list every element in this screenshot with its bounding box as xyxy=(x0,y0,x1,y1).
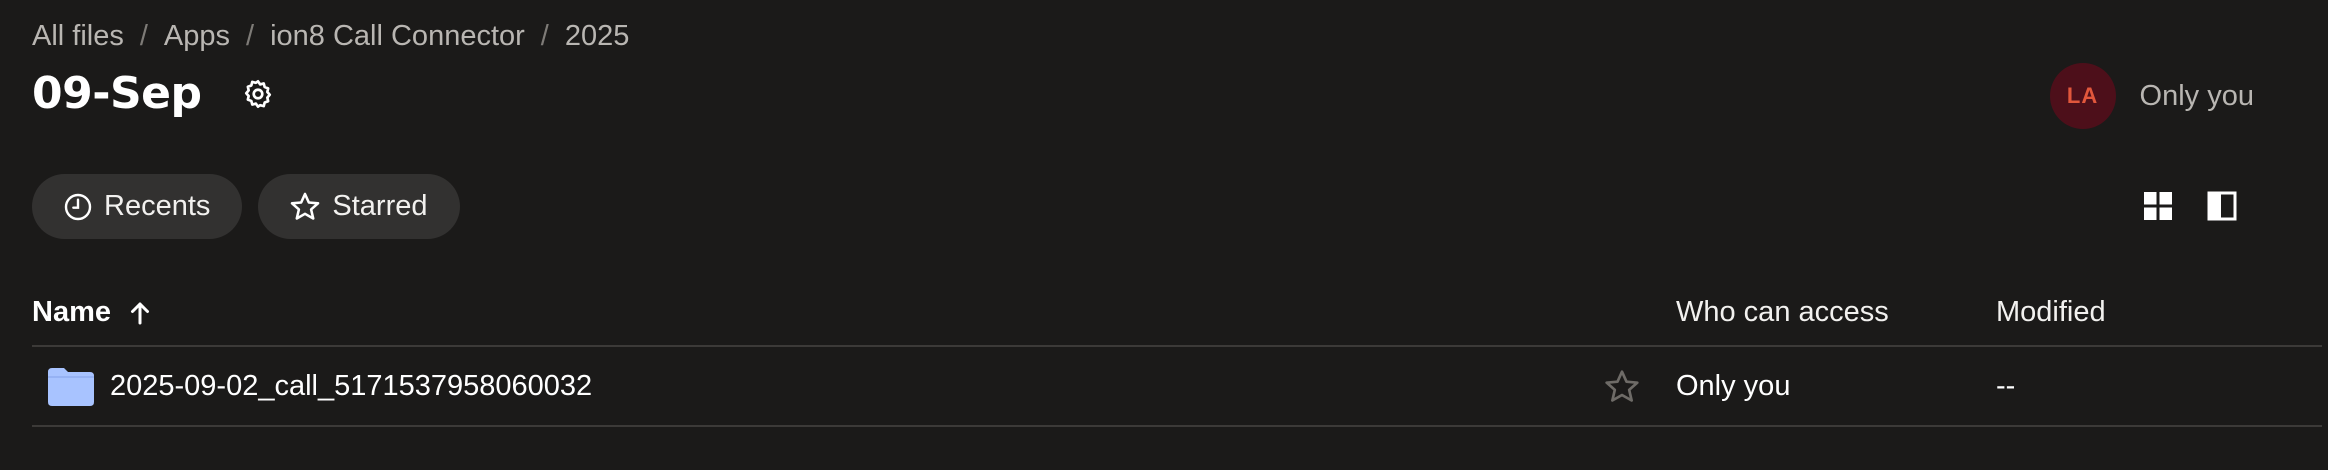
breadcrumb: All files / Apps / ion8 Call Connector /… xyxy=(32,20,629,53)
table-header: Name Who can access Modified xyxy=(32,280,2322,347)
column-header-name-label: Name xyxy=(32,296,111,328)
info-panel-toggle-icon[interactable] xyxy=(2204,188,2240,224)
recents-label: Recents xyxy=(104,190,211,222)
access-value: Only you xyxy=(1676,369,1791,402)
column-header-name[interactable]: Name xyxy=(32,296,151,329)
starred-label: Starred xyxy=(332,190,428,222)
breadcrumb-all-files[interactable]: All files xyxy=(32,20,124,53)
page: All files / Apps / ion8 Call Connector /… xyxy=(0,0,2328,470)
sort-ascending-arrow-icon[interactable] xyxy=(129,300,151,326)
sharing-info[interactable]: LA Only you xyxy=(2049,63,2254,129)
star-icon[interactable] xyxy=(1602,367,1642,407)
folder-icon xyxy=(48,368,94,406)
column-header-access[interactable]: Who can access xyxy=(1676,296,1889,329)
file-table: Name Who can access Modified 2025-09-02_… xyxy=(32,280,2322,427)
star-icon xyxy=(291,192,320,220)
breadcrumb-2025[interactable]: 2025 xyxy=(565,20,630,53)
title-row: 09-Sep xyxy=(32,68,276,119)
view-controls xyxy=(2112,188,2240,224)
clock-icon xyxy=(64,193,92,220)
breadcrumb-separator: / xyxy=(139,20,148,52)
grid-view-icon[interactable] xyxy=(2140,188,2176,224)
recents-button[interactable]: Recents xyxy=(32,174,243,239)
breadcrumb-separator: / xyxy=(246,20,255,52)
column-header-modified[interactable]: Modified xyxy=(1996,296,2106,329)
breadcrumb-apps[interactable]: Apps xyxy=(164,20,230,53)
filter-chips: Recents Starred xyxy=(32,174,476,239)
file-name[interactable]: 2025-09-02_call_5171537958060032 xyxy=(110,370,592,403)
table-row[interactable]: 2025-09-02_call_5171537958060032 Only yo… xyxy=(32,347,2322,427)
page-title: 09-Sep xyxy=(32,68,202,119)
settings-gear-icon[interactable] xyxy=(240,76,276,112)
starred-button[interactable]: Starred xyxy=(258,174,460,239)
breadcrumb-separator: / xyxy=(540,20,549,52)
avatar[interactable]: LA xyxy=(2049,63,2116,129)
modified-value: -- xyxy=(1996,369,2016,402)
share-status-label: Only you xyxy=(2139,79,2254,112)
breadcrumb-ion8-call-connector[interactable]: ion8 Call Connector xyxy=(270,20,525,53)
